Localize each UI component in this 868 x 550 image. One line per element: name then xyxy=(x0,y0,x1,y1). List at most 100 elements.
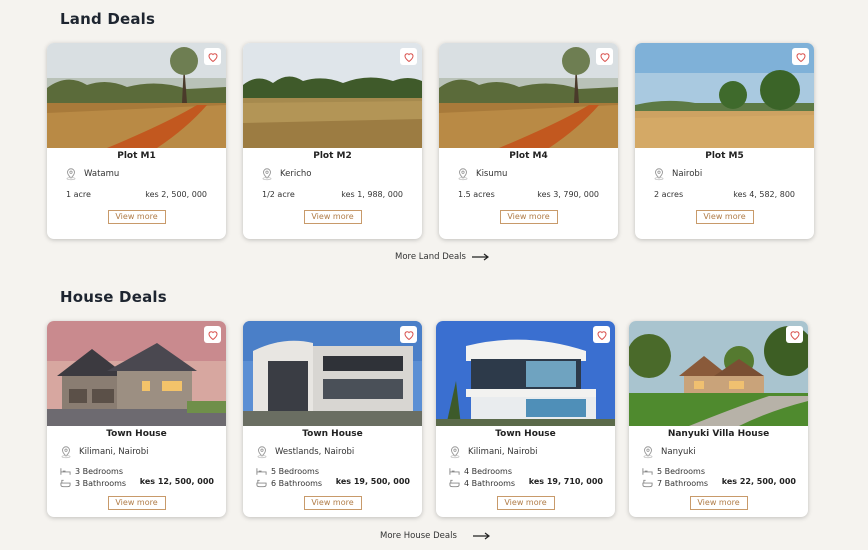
favorite-button[interactable] xyxy=(596,48,613,65)
card-location: Kilimani, Nairobi xyxy=(436,444,615,460)
card-location: Kilimani, Nairobi xyxy=(47,444,226,460)
card-title: Plot M2 xyxy=(313,151,352,161)
location-text: Nanyuki xyxy=(661,447,696,457)
plot-price: kes 1, 988, 000 xyxy=(341,190,403,199)
land-photo xyxy=(439,43,618,148)
house-deals-title: House Deals xyxy=(60,288,167,306)
house-photo xyxy=(629,321,808,426)
card-title: Plot M4 xyxy=(509,151,548,161)
map-pin-icon xyxy=(257,446,267,459)
land-photo xyxy=(243,43,422,148)
plot-size: 1 acre xyxy=(66,190,91,199)
house-card[interactable]: Town House Kilimani, Nairobi 4 Bedrooms … xyxy=(436,321,615,517)
location-text: Kericho xyxy=(280,169,312,179)
heart-outline-icon xyxy=(599,52,610,62)
map-pin-icon xyxy=(66,168,76,181)
bed-icon xyxy=(256,467,267,475)
plot-size: 2 acres xyxy=(654,190,684,199)
land-photo xyxy=(47,43,226,148)
card-location: Nanyuki xyxy=(629,444,808,460)
bed-icon xyxy=(60,467,71,475)
map-pin-icon xyxy=(262,168,272,181)
view-more-button[interactable]: View more xyxy=(303,210,362,224)
plot-price: kes 4, 582, 800 xyxy=(733,190,795,199)
plot-price: kes 2, 500, 000 xyxy=(145,190,207,199)
house-card[interactable]: Town House Westlands, Nairobi 5 Bedrooms… xyxy=(243,321,422,517)
heart-outline-icon xyxy=(789,330,800,340)
more-land-deals-link[interactable]: More Land Deals xyxy=(395,252,490,262)
room-info: 5 Bedrooms 7 Bathrooms kes 22, 500, 000 xyxy=(629,465,808,491)
heart-outline-icon xyxy=(403,52,414,62)
view-more-button[interactable]: View more xyxy=(499,210,558,224)
house-card[interactable]: Nanyuki Villa House Nanyuki 5 Bedrooms 7… xyxy=(629,321,808,517)
favorite-button[interactable] xyxy=(593,326,610,343)
view-more-button[interactable]: View more xyxy=(689,496,748,510)
plot-size: 1.5 acres xyxy=(458,190,495,199)
bedrooms-line: 3 Bedrooms xyxy=(60,465,226,477)
bathtub-icon xyxy=(256,479,267,487)
bathtub-icon xyxy=(642,479,653,487)
land-card[interactable]: Plot M1 Watamu 1 acre kes 2, 500, 000 Vi… xyxy=(47,43,226,239)
favorite-button[interactable] xyxy=(786,326,803,343)
bathrooms-count: 7 Bathrooms xyxy=(657,478,709,488)
house-price: kes 12, 500, 000 xyxy=(139,477,214,486)
favorite-button[interactable] xyxy=(204,48,221,65)
bathrooms-count: 3 Bathrooms xyxy=(75,478,127,488)
bathrooms-count: 6 Bathrooms xyxy=(271,478,323,488)
favorite-button[interactable] xyxy=(400,326,417,343)
card-meta: 1/2 acre kes 1, 988, 000 xyxy=(243,190,422,202)
favorite-button[interactable] xyxy=(400,48,417,65)
land-photo xyxy=(635,43,814,148)
arrow-right-icon xyxy=(472,532,490,540)
bedrooms-count: 3 Bedrooms xyxy=(75,466,123,476)
location-text: Kilimani, Nairobi xyxy=(468,447,538,457)
favorite-button[interactable] xyxy=(792,48,809,65)
card-meta: 2 acres kes 4, 582, 800 xyxy=(635,190,814,202)
card-location: Kisumu xyxy=(439,166,618,182)
card-title: Town House xyxy=(495,429,556,439)
more-house-deals-label: More House Deals xyxy=(380,531,457,541)
map-pin-icon xyxy=(654,168,664,181)
location-text: Kilimani, Nairobi xyxy=(79,447,149,457)
view-more-button[interactable]: View more xyxy=(107,496,166,510)
card-location: Watamu xyxy=(47,166,226,182)
land-card[interactable]: Plot M4 Kisumu 1.5 acres kes 3, 790, 000… xyxy=(439,43,618,239)
map-pin-icon xyxy=(458,168,468,181)
card-location: Westlands, Nairobi xyxy=(243,444,422,460)
bedrooms-line: 4 Bedrooms xyxy=(449,465,615,477)
view-more-button[interactable]: View more xyxy=(496,496,555,510)
more-house-deals-link[interactable]: More House Deals xyxy=(380,531,491,541)
land-card[interactable]: Plot M5 Nairobi 2 acres kes 4, 582, 800 … xyxy=(635,43,814,239)
heart-outline-icon xyxy=(403,330,414,340)
house-photo xyxy=(47,321,226,426)
card-title: Town House xyxy=(302,429,363,439)
heart-outline-icon xyxy=(207,52,218,62)
plot-price: kes 3, 790, 000 xyxy=(537,190,599,199)
bedrooms-line: 5 Bedrooms xyxy=(642,465,808,477)
map-pin-icon xyxy=(61,446,71,459)
bedrooms-line: 5 Bedrooms xyxy=(256,465,422,477)
house-card[interactable]: Town House Kilimani, Nairobi 3 Bedrooms … xyxy=(47,321,226,517)
bathtub-icon xyxy=(449,479,460,487)
arrow-right-icon xyxy=(471,253,489,261)
heart-outline-icon xyxy=(207,330,218,340)
land-card[interactable]: Plot M2 Kericho 1/2 acre kes 1, 988, 000… xyxy=(243,43,422,239)
card-title: Plot M5 xyxy=(705,151,744,161)
bedrooms-count: 5 Bedrooms xyxy=(657,466,705,476)
card-title: Nanyuki Villa House xyxy=(667,429,770,439)
location-text: Kisumu xyxy=(476,169,508,179)
heart-outline-icon xyxy=(795,52,806,62)
card-title: Plot M1 xyxy=(117,151,156,161)
map-pin-icon xyxy=(643,446,653,459)
heart-outline-icon xyxy=(596,330,607,340)
view-more-button[interactable]: View more xyxy=(107,210,166,224)
card-location: Kericho xyxy=(243,166,422,182)
bedrooms-count: 4 Bedrooms xyxy=(464,466,512,476)
bedrooms-count: 5 Bedrooms xyxy=(271,466,319,476)
favorite-button[interactable] xyxy=(204,326,221,343)
land-deals-title: Land Deals xyxy=(60,10,156,28)
view-more-button[interactable]: View more xyxy=(303,496,362,510)
map-pin-icon xyxy=(450,446,460,459)
view-more-button[interactable]: View more xyxy=(695,210,754,224)
room-info: 3 Bedrooms 3 Bathrooms kes 12, 500, 000 xyxy=(47,465,226,491)
